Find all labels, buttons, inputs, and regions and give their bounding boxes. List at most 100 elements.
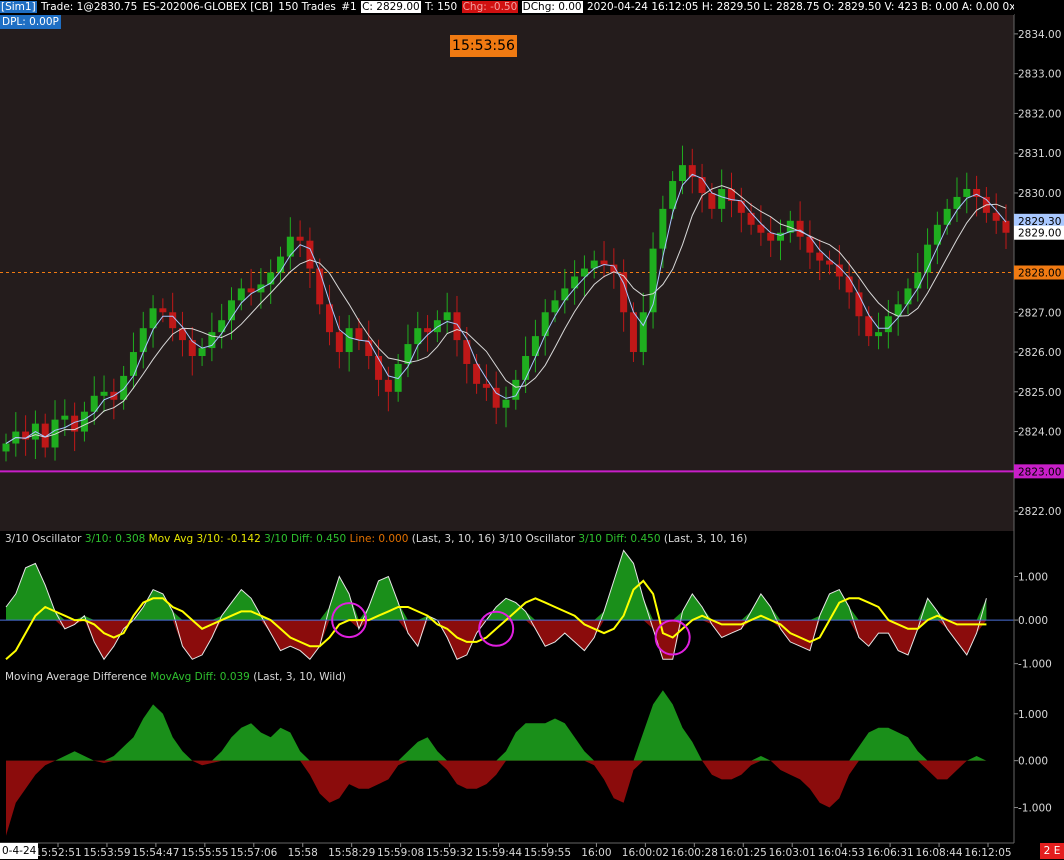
corner-badge[interactable]: 2 E [1040,843,1064,859]
osc-name-2: 3/10 Oscillator [498,533,576,545]
candle-body [816,252,824,261]
candle-body [316,268,324,305]
candle-body [286,236,294,257]
time-axis-label: 15:55:55 [181,847,228,859]
candle-body [247,288,255,293]
price-axis-label: 2822.00 [1018,506,1061,518]
candle-body [629,312,637,353]
time-axis-label: 15:59:44 [475,847,522,859]
candle-body [561,288,569,301]
price-axis-label: 2827.00 [1018,307,1061,319]
candle-body [659,208,667,249]
candle-body [159,308,167,313]
price-axis-label: 2834.00 [1018,29,1061,41]
osc-value: 3/10: 0.308 [84,533,146,545]
candle-body [600,260,608,265]
mad-params: (Last, 3, 10, Wild) [253,671,346,683]
candle-body [865,316,873,337]
candle-body [345,328,353,353]
tick-count: T: 150 [425,1,458,13]
dpl-badge: DPL: 0.00P [0,15,61,29]
time-axis-label: 15:59:08 [377,847,424,859]
candle-body [502,399,510,408]
osc-axis-label: 0.000 [1018,615,1048,627]
candle-body [139,328,147,353]
osc-name: 3/10 Oscillator [5,533,82,545]
oscillator-header: 3/10 Oscillator 3/10: 0.308 Mov Avg 3/10… [5,532,747,546]
time-axis: 15:52:51 15:53:59 15:54:47 15:55:55 15:57:06… [0,842,1064,860]
candle-body [767,232,775,241]
candle-body [482,383,490,388]
candle-body [698,177,706,193]
candle-body [963,188,971,197]
mad-diff: MovAvg Diff: 0.039 [150,671,250,683]
candle-body [129,352,137,376]
candle-body [806,236,814,253]
mad-name: Moving Average Difference [5,671,147,683]
candle-body [80,411,88,432]
candle-body [433,320,441,333]
time-axis-label: 16:00 [581,847,611,859]
candle-body [678,165,686,182]
candle-body [796,220,804,237]
osc-params: (Last, 3, 10, 16) [411,533,496,545]
price-axis-label: 2833.00 [1018,69,1061,81]
chart-canvas: 2834.00 2833.00 2832.00 2831.00 2830.00 2829.… [0,0,1064,860]
candle-body [551,300,559,313]
sim-account-badge[interactable]: [Sim1] [0,1,37,13]
candle-body [904,288,912,305]
mad-axis-label: 1.000 [1018,709,1048,721]
bar-timer-clock: 15:53:56 [450,35,517,57]
price-axis-label: 2824.00 [1018,427,1061,439]
bar-type-label[interactable]: 150 Trades [277,1,337,13]
price-axis-label: 2832.00 [1018,108,1061,120]
candle-body [708,192,716,209]
mad-axis-label: -1.000 [1018,803,1052,815]
daily-change-value: DChg: 0.00 [521,1,583,13]
mad-header: Moving Average Difference MovAvg Diff: 0… [5,670,346,684]
time-axis-label: 15:59:55 [524,847,571,859]
candle-body [424,328,432,333]
price-axis-label: 2826.00 [1018,347,1061,359]
bar-stats: 2020-04-24 16:12:05 H: 2829.50 L: 2828.7… [586,1,1014,13]
candle-body [414,328,422,345]
symbol-label[interactable]: ES-202006-GLOBEX [CB] [142,1,274,13]
magenta-level-flag-text: 2823.00 [1018,466,1061,478]
time-axis-label: 16:03:01 [769,847,816,859]
candle-body [531,336,539,357]
candle-body [100,391,108,396]
candle-body [384,379,392,392]
price-axis-label: 2831.00 [1018,148,1061,160]
candle-body [639,312,647,353]
time-axis-label: 16:12:05 [964,847,1011,859]
time-axis-label: 16:01:25 [720,847,767,859]
osc-line: Line: 0.000 [349,533,409,545]
candle-body [335,332,343,353]
time-axis-label: 16:04:53 [818,847,865,859]
change-value: Chg: -0.50 [461,1,519,13]
candle-body [522,356,530,380]
info-bar: [Sim1] Trade: 1@2830.75 ES-202006-GLOBEX… [0,0,1014,15]
time-axis-label: 15:54:47 [132,847,179,859]
time-axis-label: 15:58 [288,847,318,859]
time-axis-label: 16:06:31 [867,847,914,859]
candle-body [2,443,10,452]
candle-body [914,272,922,289]
candle-body [120,375,128,400]
candle-body [149,308,157,329]
candle-body [169,312,177,329]
candle-body [492,387,500,408]
candle-body [884,316,892,333]
time-axis-label: 16:00:02 [622,847,669,859]
candle-body [718,188,726,209]
time-axis-label: 15:52:51 [34,847,81,859]
candle-body [737,200,745,213]
candle-body [541,312,549,337]
candle-body [198,348,206,357]
osc-axis-label: 1.000 [1018,572,1048,584]
osc-diff-2: 3/10 Diff: 0.450 [578,533,661,545]
price-axis-label: 2825.00 [1018,387,1061,399]
osc-movavg: Mov Avg 3/10: -0.142 [148,533,261,545]
mad-axis-label: 0.000 [1018,756,1048,768]
time-axis-label: 15:57:06 [230,847,277,859]
